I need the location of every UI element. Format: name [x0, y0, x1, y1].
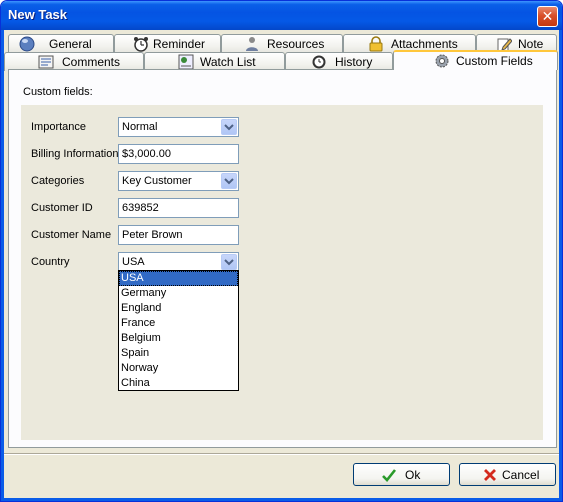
- watch-list-icon: [178, 54, 194, 70]
- close-button[interactable]: ✕: [537, 6, 558, 27]
- country-combo[interactable]: USA: [118, 252, 239, 272]
- customer-id-value: 639852: [122, 202, 159, 214]
- country-dropdown-button[interactable]: [221, 254, 237, 270]
- country-dropdown-list[interactable]: USA Germany England France Belgium Spain…: [118, 270, 239, 391]
- window-frame-left: [1, 30, 4, 501]
- tab-label: Note: [518, 37, 544, 51]
- categories-combo[interactable]: Key Customer: [118, 171, 239, 191]
- window-frame-right: [559, 30, 562, 501]
- customer-name-input[interactable]: Peter Brown: [118, 225, 239, 245]
- cancel-x-icon: [484, 469, 496, 481]
- close-icon: ✕: [541, 8, 554, 24]
- tab-label: Custom Fields: [456, 54, 533, 68]
- country-option-usa[interactable]: USA: [119, 271, 238, 286]
- chevron-down-icon: [224, 124, 234, 131]
- billing-label: Billing Information: [31, 148, 119, 160]
- country-option-france[interactable]: France: [119, 316, 238, 331]
- title-bar[interactable]: New Task ✕: [1, 1, 562, 30]
- new-task-dialog: New Task ✕ General Reminder Resources At…: [0, 0, 563, 502]
- tab-custom-fields[interactable]: Custom Fields: [393, 50, 558, 70]
- tab-label: History: [335, 55, 373, 69]
- importance-value: Normal: [122, 121, 158, 133]
- country-option-norway[interactable]: Norway: [119, 361, 238, 376]
- tab-reminder[interactable]: Reminder: [114, 34, 221, 53]
- checkmark-icon: [382, 469, 397, 482]
- person-icon: [246, 37, 258, 51]
- history-clock-icon: [312, 55, 326, 69]
- cancel-button[interactable]: Cancel: [459, 463, 556, 486]
- tab-label: Reminder: [153, 37, 206, 51]
- country-option-england[interactable]: England: [119, 301, 238, 316]
- country-value: USA: [122, 256, 145, 268]
- custom-fields-panel: Custom fields: Importance Normal Billing…: [8, 69, 557, 448]
- ok-label: Ok: [405, 468, 421, 482]
- alarm-clock-icon: [134, 37, 148, 52]
- lock-icon: [369, 36, 383, 52]
- comments-icon: [38, 55, 54, 69]
- window-frame-bottom: [1, 498, 562, 501]
- tab-label: General: [49, 37, 92, 51]
- billing-value: $3,000.00: [122, 148, 171, 160]
- gear-icon: [435, 54, 449, 68]
- country-option-belgium[interactable]: Belgium: [119, 331, 238, 346]
- country-option-china[interactable]: China: [119, 376, 238, 391]
- footer-separator: [4, 453, 559, 455]
- window-title: New Task: [8, 7, 68, 22]
- custom-fields-area: Importance Normal Billing Information $3…: [21, 105, 543, 440]
- country-option-germany[interactable]: Germany: [119, 286, 238, 301]
- customer-id-label: Customer ID: [31, 202, 93, 214]
- categories-dropdown-button[interactable]: [221, 173, 237, 189]
- country-option-spain[interactable]: Spain: [119, 346, 238, 361]
- importance-dropdown-button[interactable]: [221, 119, 237, 135]
- tab-label: Attachments: [391, 37, 458, 51]
- customer-id-input[interactable]: 639852: [118, 198, 239, 218]
- tab-general[interactable]: General: [8, 34, 114, 53]
- categories-value: Key Customer: [122, 175, 192, 187]
- categories-label: Categories: [31, 175, 85, 187]
- section-label: Custom fields:: [23, 86, 93, 98]
- importance-label: Importance: [31, 121, 87, 133]
- customer-name-label: Customer Name: [31, 229, 112, 241]
- country-label: Country: [31, 256, 70, 268]
- tab-resources[interactable]: Resources: [221, 34, 343, 53]
- cancel-label: Cancel: [502, 468, 540, 482]
- chevron-down-icon: [224, 178, 234, 185]
- billing-input[interactable]: $3,000.00: [118, 144, 239, 164]
- tab-label: Comments: [62, 55, 121, 69]
- tab-label: Watch List: [200, 55, 256, 69]
- chevron-down-icon: [224, 259, 234, 266]
- ok-button[interactable]: Ok: [353, 463, 450, 486]
- customer-name-value: Peter Brown: [122, 229, 183, 241]
- tab-label: Resources: [267, 37, 325, 51]
- importance-combo[interactable]: Normal: [118, 117, 239, 137]
- globe-icon: [19, 36, 35, 52]
